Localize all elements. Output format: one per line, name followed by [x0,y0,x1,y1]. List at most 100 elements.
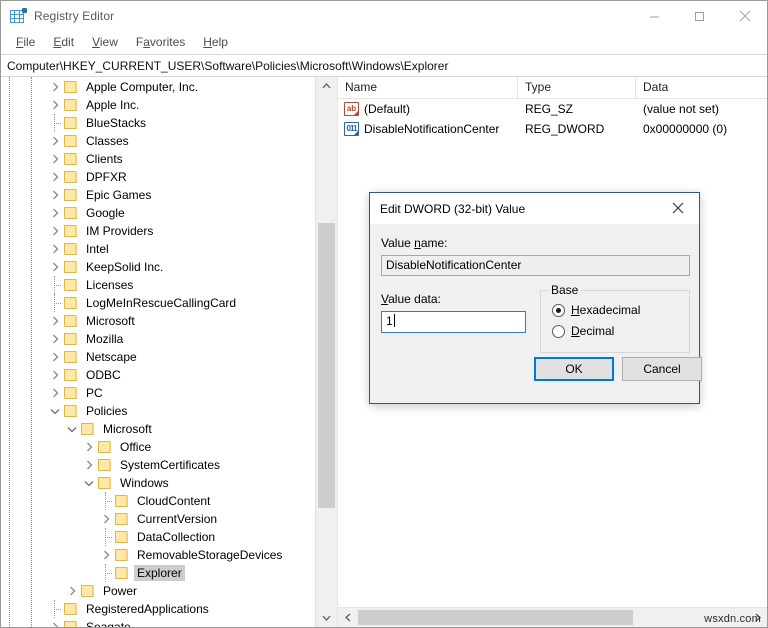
dialog-close-icon[interactable] [657,193,699,223]
scroll-up-icon[interactable] [316,77,337,95]
menu-favorites[interactable]: Favorites [127,33,194,51]
column-header-data[interactable]: Data [636,77,767,98]
folder-icon [63,152,79,166]
tree-item-im-providers[interactable]: IM Providers [1,222,316,240]
tree-item-power[interactable]: Power [1,582,316,600]
tree-item-apple-inc[interactable]: Apple Inc. [1,96,316,114]
tree-item-datacollection[interactable]: DataCollection [1,528,316,546]
chevron-right-icon[interactable] [47,168,63,186]
menu-view[interactable]: View [83,33,127,51]
registry-path: Computer\HKEY_CURRENT_USER\Software\Poli… [7,58,449,73]
cancel-button[interactable]: Cancel [622,357,702,381]
chevron-right-icon[interactable] [47,222,63,240]
table-row[interactable]: 011 DisableNotificationCenter REG_DWORD 0x0… [338,119,767,139]
minimize-button[interactable] [632,1,677,31]
chevron-right-icon[interactable] [47,204,63,222]
registry-editor-icon [10,8,27,24]
chevron-right-icon[interactable] [47,240,63,258]
maximize-button[interactable] [677,1,722,31]
menu-edit[interactable]: Edit [44,33,83,51]
chevron-down-icon[interactable] [64,420,80,438]
radio-decimal[interactable]: Decimal [552,324,614,338]
chevron-right-icon[interactable] [81,438,97,456]
value-data-cell: 0x00000000 (0) [643,122,728,136]
tree-item-label: Policies [86,404,128,418]
tree-item-label: Office [120,440,152,454]
tree-item-explorer[interactable]: Explorer [1,564,316,582]
tree-item-keepsolid-inc[interactable]: KeepSolid Inc. [1,258,316,276]
tree-item-netscape[interactable]: Netscape [1,348,316,366]
radio-decimal-label: Decimal [571,324,615,338]
tree-scrollbar-thumb[interactable] [318,223,335,508]
column-header-type[interactable]: Type [518,77,636,98]
chevron-right-icon[interactable] [47,186,63,204]
tree-item-dpfxr[interactable]: DPFXR [1,168,316,186]
folder-icon [114,566,130,580]
chevron-right-icon[interactable] [47,618,63,627]
value-name-input[interactable]: DisableNotificationCenter [381,255,690,276]
chevron-down-icon[interactable] [81,474,97,492]
chevron-right-icon[interactable] [47,330,63,348]
tree-item-currentversion[interactable]: CurrentVersion [1,510,316,528]
tree-item-licenses[interactable]: Licenses [1,276,316,294]
tree-item-registeredapplications[interactable]: RegisteredApplications [1,600,316,618]
close-button[interactable] [722,1,767,31]
tree-leaf-connector [47,114,63,132]
tree-item-systemcertificates[interactable]: SystemCertificates [1,456,316,474]
chevron-right-icon[interactable] [47,348,63,366]
tree-item-windows[interactable]: Windows [1,474,316,492]
chevron-right-icon[interactable] [98,510,114,528]
tree-item-label: Power [103,584,138,598]
tree-item-label: Licenses [86,278,134,292]
tree-item-classes[interactable]: Classes [1,132,316,150]
tree-item-logmeinrescuecallingcard[interactable]: LogMeInRescueCallingCard [1,294,316,312]
chevron-right-icon[interactable] [47,96,63,114]
folder-icon [114,512,130,526]
tree-item-policies[interactable]: Policies [1,402,316,420]
chevron-right-icon[interactable] [47,366,63,384]
tree-item-apple-computer-inc[interactable]: Apple Computer, Inc. [1,78,316,96]
tree-item-clients[interactable]: Clients [1,150,316,168]
chevron-right-icon[interactable] [81,456,97,474]
address-bar[interactable]: Computer\HKEY_CURRENT_USER\Software\Poli… [1,54,767,77]
chevron-right-icon[interactable] [47,258,63,276]
radio-hexadecimal[interactable]: Hexadecimal [552,303,640,317]
tree-vertical-scrollbar[interactable] [315,77,337,627]
tree-leaf-connector [98,492,114,510]
folder-icon [80,584,96,598]
menu-file[interactable]: File [7,33,44,51]
column-header-name[interactable]: Name [338,77,518,98]
chevron-right-icon[interactable] [47,312,63,330]
tree-item-google[interactable]: Google [1,204,316,222]
tree-item-removablestoragedevices[interactable]: RemovableStorageDevices [1,546,316,564]
scroll-down-icon[interactable] [316,609,337,627]
chevron-right-icon[interactable] [47,150,63,168]
value-data-input[interactable]: 1 [381,311,526,333]
table-row[interactable]: ab (Default) REG_SZ (value not set) [338,99,767,119]
values-horizontal-scrollbar[interactable] [338,607,767,627]
menu-help[interactable]: Help [194,33,237,51]
tree-item-seagate[interactable]: Seagate [1,618,316,627]
tree-item-label: Intel [86,242,109,256]
tree-item-bluestacks[interactable]: BlueStacks [1,114,316,132]
ok-button[interactable]: OK [534,357,614,381]
tree-item-label: RemovableStorageDevices [137,548,283,562]
tree-item-office[interactable]: Office [1,438,316,456]
tree-item-cloudcontent[interactable]: CloudContent [1,492,316,510]
chevron-right-icon[interactable] [47,384,63,402]
tree-item-mozilla[interactable]: Mozilla [1,330,316,348]
tree-item-microsoft[interactable]: Microsoft [1,420,316,438]
tree-item-microsoft[interactable]: Microsoft [1,312,316,330]
tree-item-pc[interactable]: PC [1,384,316,402]
chevron-right-icon[interactable] [98,546,114,564]
chevron-down-icon[interactable] [47,402,63,420]
scroll-left-icon[interactable] [338,608,357,626]
values-scrollbar-thumb[interactable] [358,610,633,625]
tree-item-odbc[interactable]: ODBC [1,366,316,384]
chevron-right-icon[interactable] [47,78,63,96]
value-type-cell: REG_SZ [525,102,574,116]
chevron-right-icon[interactable] [64,582,80,600]
tree-item-intel[interactable]: Intel [1,240,316,258]
tree-item-epic-games[interactable]: Epic Games [1,186,316,204]
chevron-right-icon[interactable] [47,132,63,150]
